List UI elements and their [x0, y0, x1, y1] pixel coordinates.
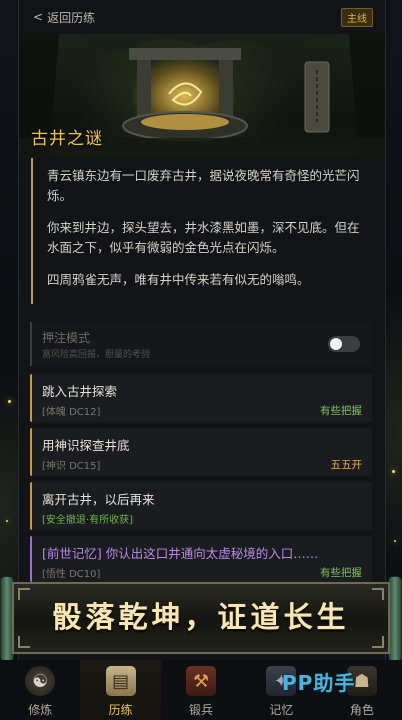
spark [394, 540, 396, 542]
spark [8, 400, 11, 403]
nav-item-cultivate[interactable]: ☯ 修炼 [0, 660, 80, 720]
toggle-knob [330, 338, 342, 350]
bet-mode-title: 押注模式 [42, 331, 91, 345]
back-label: 返回历练 [47, 10, 96, 25]
banner-slogan: 骰落乾坤，证道长生 [52, 600, 350, 634]
choice-probe-with-spirit[interactable]: 用神识探查井底 [神识 DC15] 五五开 [30, 428, 372, 476]
event-illustration: 古井之谜 [19, 34, 385, 158]
story-paragraph: 青云镇东边有一口废弃古井，据说夜晚常有奇怪的光芒闪烁。 [47, 168, 360, 203]
choice-title: 跳入古井探索 [42, 384, 118, 399]
choice-title: 离开古井，以后再来 [42, 492, 155, 507]
choice-check: [体魄 DC12] [42, 407, 101, 418]
quest-type-badge: 主线 [341, 7, 373, 27]
nav-label: 角色 [349, 703, 374, 717]
top-bar: < 返回历练 主线 [19, 0, 385, 34]
choice-odds: 有些把握 [320, 405, 362, 417]
event-title: 古井之谜 [31, 129, 103, 149]
nav-item-forge[interactable]: ⚒ 锻兵 [161, 660, 241, 720]
choice-check: [神识 DC15] [42, 461, 101, 472]
nav-label: 历练 [108, 703, 133, 717]
scroll-map-icon: ▤ [105, 666, 136, 696]
story-paragraph: 四周鸦雀无声，唯有井中传来若有似无的嗡鸣。 [47, 272, 310, 287]
choice-title: 用神识探查井底 [42, 438, 130, 453]
choice-leave-well[interactable]: 离开古井，以后再来 [安全撤退·有所收获] [30, 482, 372, 530]
corner-ornament [372, 636, 384, 648]
story-text: 青云镇东边有一口废弃古井，据说夜晚常有奇怪的光芒闪烁。 你来到井边，探头望去，井… [31, 158, 373, 304]
bet-mode-toggle[interactable] [328, 336, 360, 352]
back-button[interactable]: < 返回历练 [33, 9, 95, 26]
bet-mode-row: 押注模式 富风险高回报，胆量的考验 [30, 322, 372, 366]
nav-item-adventure[interactable]: ▤ 历练 [80, 660, 161, 720]
bet-mode-subtitle: 富风险高回报，胆量的考验 [42, 350, 151, 360]
cultivate-icon: ☯ [25, 666, 56, 696]
corner-ornament [18, 636, 30, 648]
spark [392, 470, 395, 473]
nav-label: 修炼 [28, 703, 53, 717]
nav-label: 记忆 [269, 703, 294, 717]
choice-jump-into-well[interactable]: 跳入古井探索 [体魄 DC12] 有些把握 [30, 374, 372, 422]
story-paragraph: 你来到井边，探头望去，井水漆黑如墨，深不见底。但在水面之下，似乎有微弱的金色光点… [47, 220, 360, 255]
nav-label: 锻兵 [189, 703, 214, 717]
choice-check: [安全撤退·有所收获] [42, 515, 133, 526]
promo-banner: 骰落乾坤，证道长生 [0, 576, 402, 662]
choice-odds: 五五开 [330, 459, 363, 471]
spark [6, 520, 8, 522]
watermark-logo: PP助手 [282, 671, 356, 695]
choice-title: [前世记忆] 你认出这口井通向太虚秘境的入口…… [42, 546, 319, 561]
chevron-left-icon: < [33, 10, 44, 24]
forge-icon: ⚒ [186, 666, 217, 696]
